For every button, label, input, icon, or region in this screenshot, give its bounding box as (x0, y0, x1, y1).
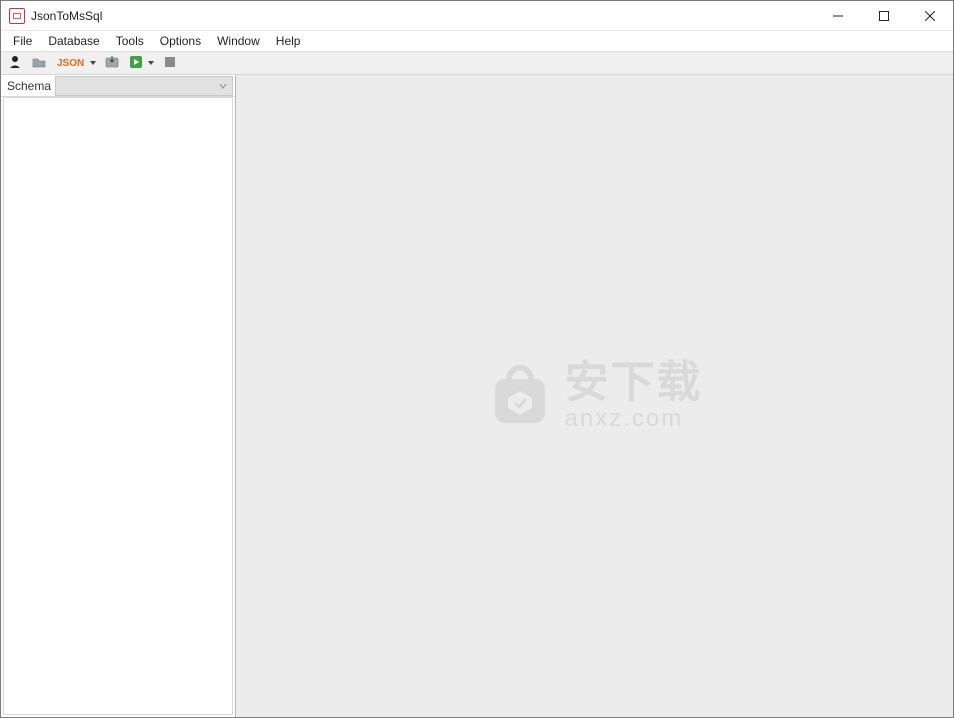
workspace: 安下载 anxz.com (236, 75, 953, 717)
schema-select-caret-icon (218, 81, 228, 91)
window-title: JsonToMsSql (31, 9, 102, 23)
minimize-button[interactable] (815, 1, 861, 31)
toolbar-json-dropdown[interactable]: JSON (53, 53, 98, 73)
stop-icon (163, 55, 177, 72)
toolbar-import-button[interactable] (102, 53, 122, 73)
toolbar-run-button[interactable] (126, 53, 146, 73)
import-icon (105, 55, 119, 72)
menu-file[interactable]: File (5, 32, 40, 50)
watermark: 安下载 anxz.com (487, 361, 703, 431)
menu-bar: File Database Tools Options Window Help (1, 31, 953, 51)
app-window: JsonToMsSql File Database Tools Options … (0, 0, 954, 718)
sidebar: Schema (1, 75, 236, 717)
schema-tree[interactable] (3, 97, 233, 715)
menu-tools[interactable]: Tools (108, 32, 152, 50)
close-button[interactable] (907, 1, 953, 31)
toolbar-open-button[interactable] (29, 53, 49, 73)
toolbar: JSON (1, 51, 953, 75)
toolbar-connect-button[interactable] (5, 53, 25, 73)
menu-window[interactable]: Window (209, 32, 268, 50)
schema-row: Schema (1, 75, 235, 97)
client-area: Schema (1, 75, 953, 717)
maximize-icon (879, 11, 889, 21)
toolbar-run-dropdown[interactable] (126, 53, 156, 73)
toolbar-run-caret[interactable] (146, 53, 156, 73)
toolbar-stop-button[interactable] (160, 53, 180, 73)
open-folder-icon (32, 55, 46, 72)
menu-options[interactable]: Options (152, 32, 209, 50)
title-bar: JsonToMsSql (1, 1, 953, 31)
watermark-line2: anxz.com (565, 407, 703, 431)
run-icon (129, 55, 143, 72)
chevron-down-icon (89, 59, 97, 67)
schema-label: Schema (1, 79, 55, 93)
maximize-button[interactable] (861, 1, 907, 31)
chevron-down-icon (147, 59, 155, 67)
watermark-text: 安下载 anxz.com (565, 361, 703, 431)
json-icon: JSON (57, 58, 84, 69)
toolbar-json-button[interactable]: JSON (53, 53, 88, 73)
schema-select[interactable] (55, 76, 233, 96)
watermark-bag-icon (487, 363, 553, 429)
menu-help[interactable]: Help (268, 32, 309, 50)
watermark-line1: 安下载 (565, 361, 703, 405)
toolbar-json-caret[interactable] (88, 53, 98, 73)
app-icon (9, 8, 25, 24)
close-icon (925, 11, 935, 21)
menu-database[interactable]: Database (40, 32, 107, 50)
connect-icon (8, 55, 22, 72)
minimize-icon (833, 11, 843, 21)
